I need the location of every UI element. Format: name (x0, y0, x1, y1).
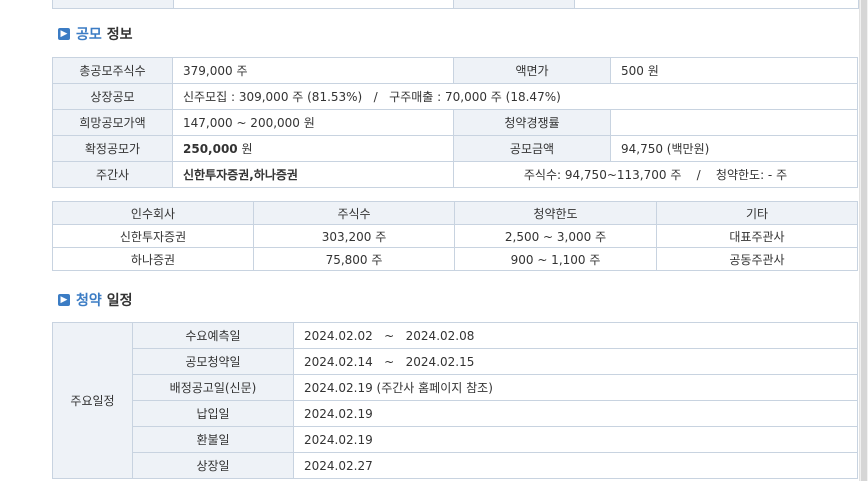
schedule-item-value: 2024.02.02 ~ 2024.02.08 (293, 322, 858, 349)
competition-value (610, 109, 858, 136)
heading-text: 정보 (106, 27, 133, 43)
underwriter-limit: 2,500 ~ 3,000 주 (454, 224, 657, 248)
table-row: 납입일 2024.02.19 (53, 400, 858, 427)
schedule-item-label: 수요예측일 (132, 322, 294, 349)
table-header-row: 인수회사 주식수 청약한도 기타 (52, 201, 858, 225)
underwriter-name: 하나증권 (52, 247, 254, 271)
section-bullet-icon: ▶ (58, 28, 70, 40)
schedule-item-value: 2024.02.14 ~ 2024.02.15 (293, 348, 858, 375)
table-row: 배정공고일(신문) 2024.02.19 (주간사 홈페이지 참조) (53, 374, 858, 401)
final-price-label: 확정공모가 (52, 135, 173, 162)
underwriter-role: 공동주관사 (656, 247, 858, 271)
table-row: 신한투자증권 303,200 주 2,500 ~ 3,000 주 대표주관사 (52, 224, 858, 248)
desired-price-value: 147,000 ~ 200,000 원 (172, 109, 454, 136)
offering-amount-label: 공모금액 (453, 135, 611, 162)
underwriter-label: 주간사 (52, 161, 173, 188)
offering-amount-value: 94,750 (백만원) (610, 135, 858, 162)
schedule-item-label: 납입일 (132, 400, 294, 427)
section-bullet-icon: ▶ (58, 294, 70, 306)
heading-text: 일정 (106, 293, 133, 309)
previous-table-bottom (52, 0, 859, 9)
schedule-item-label: 배정공고일(신문) (132, 374, 294, 401)
underwriter-detail: 주식수: 94,750~113,700 주 / 청약한도: - 주 (453, 161, 858, 188)
final-price-number: 250,000 (183, 142, 238, 156)
table-row: 총공모주식수 379,000 주 액면가 500 원 (52, 57, 858, 84)
table-row: 상장일 2024.02.27 (53, 452, 858, 479)
heading-highlight: 청약 (76, 293, 102, 309)
table-row: 주간사 신한투자증권,하나증권 주식수: 94,750~113,700 주 / … (52, 161, 858, 188)
underwriter-role: 대표주관사 (656, 224, 858, 248)
schedule-item-label: 환불일 (132, 426, 294, 453)
underwriter-name: 신한투자증권 (52, 224, 254, 248)
par-value-label: 액면가 (453, 57, 611, 84)
underwriter-shares: 303,200 주 (253, 224, 455, 248)
offering-info-table: 총공모주식수 379,000 주 액면가 500 원 상장공모 신주모집 : 3… (52, 57, 858, 188)
listing-offering-value: 신주모집 : 309,000 주 (81.53%) / 구주매출 : 70,00… (172, 83, 858, 110)
table-row: 하나증권 75,800 주 900 ~ 1,100 주 공동주관사 (52, 247, 858, 271)
column-header-limit: 청약한도 (454, 201, 657, 225)
schedule-group-label: 주요일정 (52, 322, 133, 479)
table-row: 환불일 2024.02.19 (53, 426, 858, 453)
table-row: 희망공모가액 147,000 ~ 200,000 원 청약경쟁률 (52, 109, 858, 136)
par-value-value: 500 원 (610, 57, 858, 84)
schedule-item-value: 2024.02.19 (293, 426, 858, 453)
column-header-underwriter: 인수회사 (52, 201, 254, 225)
total-shares-label: 총공모주식수 (52, 57, 173, 84)
underwriters-table: 인수회사 주식수 청약한도 기타 신한투자증권 303,200 주 2,500 … (52, 201, 858, 271)
competition-label: 청약경쟁률 (453, 109, 611, 136)
column-header-shares: 주식수 (253, 201, 455, 225)
listing-offering-label: 상장공모 (52, 83, 173, 110)
table-row: 주요일정 수요예측일 2024.02.02 ~ 2024.02.08 (52, 322, 858, 479)
scrollbar-thumb[interactable] (861, 0, 867, 481)
underwriter-shares: 75,800 주 (253, 247, 455, 271)
table-row: 공모청약일 2024.02.14 ~ 2024.02.15 (53, 348, 858, 375)
schedule-item-label: 공모청약일 (132, 348, 294, 375)
final-price-unit: 원 (237, 142, 253, 156)
subscription-schedule-heading: ▶ 청약 일정 (58, 290, 133, 310)
previous-table-cell (53, 0, 174, 8)
offering-info-heading: ▶ 공모 정보 (58, 24, 133, 44)
table-row: 확정공모가 250,000 원 공모금액 94,750 (백만원) (52, 135, 858, 162)
final-price-value: 250,000 원 (172, 135, 454, 162)
schedule-item-label: 상장일 (132, 452, 294, 479)
schedule-item-value: 2024.02.27 (293, 452, 858, 479)
column-header-etc: 기타 (656, 201, 858, 225)
underwriter-value: 신한투자증권,하나증권 (172, 161, 454, 188)
previous-table-cell (453, 0, 575, 8)
vertical-scrollbar[interactable] (859, 0, 868, 481)
schedule-item-value: 2024.02.19 (주간사 홈페이지 참조) (293, 374, 858, 401)
schedule-item-value: 2024.02.19 (293, 400, 858, 427)
underwriter-limit: 900 ~ 1,100 주 (454, 247, 657, 271)
heading-highlight: 공모 (76, 27, 102, 43)
table-row: 상장공모 신주모집 : 309,000 주 (81.53%) / 구주매출 : … (52, 83, 858, 110)
total-shares-value: 379,000 주 (172, 57, 454, 84)
schedule-table: 주요일정 수요예측일 2024.02.02 ~ 2024.02.08 공모청약일… (52, 322, 858, 479)
desired-price-label: 희망공모가액 (52, 109, 173, 136)
